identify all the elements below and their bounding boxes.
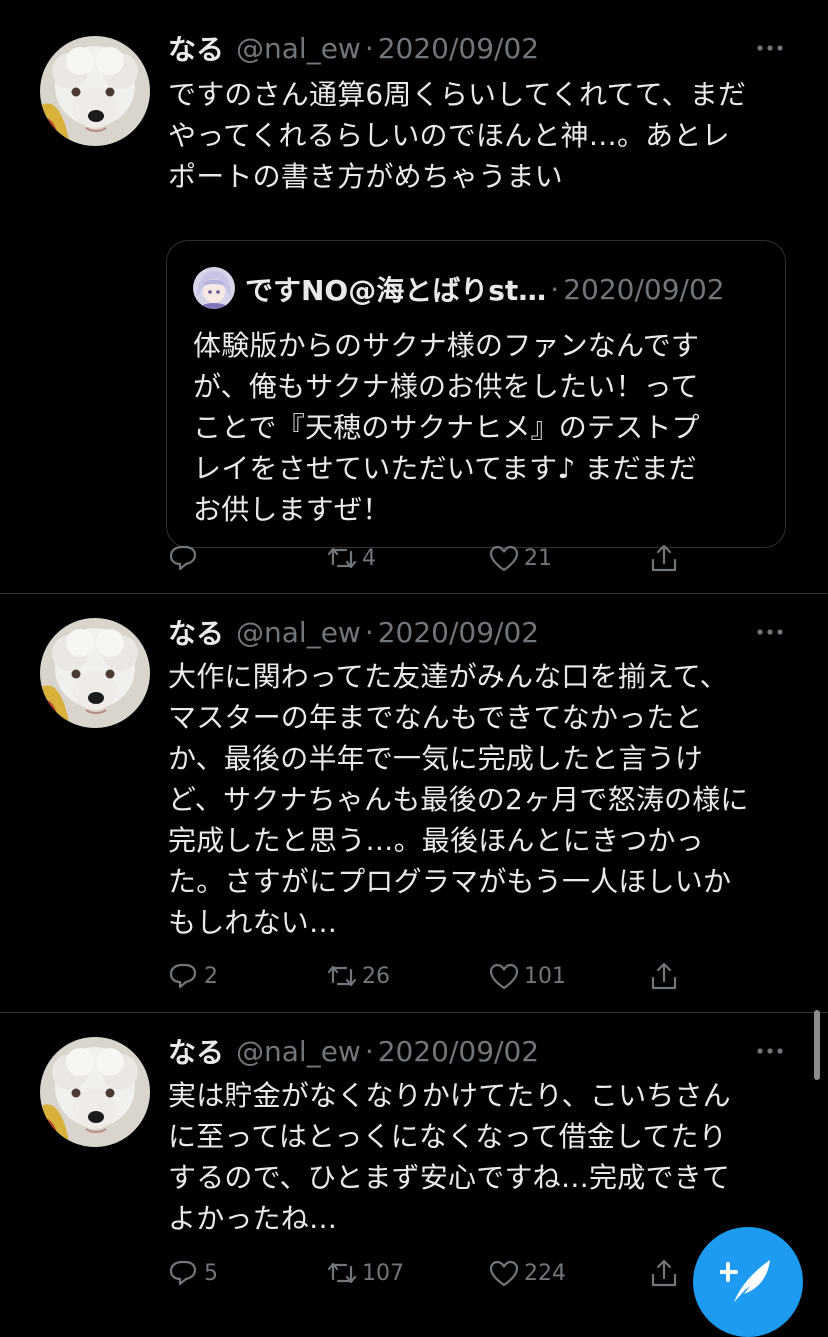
- retweet-icon: [326, 961, 358, 991]
- retweet-button[interactable]: 26: [326, 956, 390, 996]
- avatar[interactable]: [40, 618, 150, 728]
- divider: [0, 593, 828, 594]
- avatar[interactable]: [40, 1037, 150, 1147]
- tweet-header: なる @nal_ew · 2020/09/02: [168, 1031, 539, 1071]
- like-icon: [488, 1258, 520, 1288]
- tweet-text: ですのさん通算6周くらいしてくれてて、まだ やってくれるらしいのでほんと神…。あ…: [168, 78, 747, 193]
- retweet-button[interactable]: 107: [326, 1253, 404, 1293]
- timestamp[interactable]: 2020/09/02: [378, 32, 539, 65]
- scrollbar[interactable]: [814, 1010, 820, 1080]
- tweet-header: なる @nal_ew · 2020/09/02: [168, 612, 539, 652]
- tweet-header: なる @nal_ew · 2020/09/02: [168, 28, 539, 68]
- tweet-text: 実は貯金がなくなりかけてたり、こいちさん に至ってはとっくになくなって借金してた…: [168, 1079, 731, 1235]
- reply-icon: [168, 1258, 200, 1288]
- avatar[interactable]: [40, 36, 150, 146]
- like-count: 224: [524, 1260, 566, 1286]
- tweet-actions: 4 21: [168, 538, 708, 578]
- tweet[interactable]: なる @nal_ew · 2020/09/02 ですのさん通算6周くらいしてくれ…: [0, 28, 828, 593]
- compose-tweet-button[interactable]: [693, 1227, 803, 1337]
- like-button[interactable]: 224: [488, 1253, 566, 1293]
- like-icon: [488, 543, 520, 573]
- tweet-actions: 2 26 101: [168, 956, 708, 996]
- quoted-avatar: [193, 267, 235, 309]
- timestamp[interactable]: 2020/09/02: [378, 616, 539, 649]
- more-icon[interactable]: [756, 1039, 784, 1063]
- reply-icon: [168, 961, 200, 991]
- quoted-tweet-text: 体験版からのサクナ様のファンなんです が、俺もサクナ様のお供をしたい！って こと…: [193, 329, 700, 526]
- reply-icon: [168, 543, 200, 573]
- separator: ·: [550, 272, 560, 306]
- retweet-count: 4: [362, 545, 376, 571]
- reply-button[interactable]: [168, 538, 204, 578]
- share-icon: [648, 961, 680, 991]
- like-count: 101: [524, 963, 566, 989]
- separator: ·: [364, 31, 374, 65]
- reply-button[interactable]: 2: [168, 956, 218, 996]
- retweet-icon: [326, 543, 358, 573]
- reply-count: 2: [204, 963, 218, 989]
- user-handle[interactable]: @nal_ew: [236, 32, 361, 65]
- display-name[interactable]: なる: [168, 28, 224, 68]
- display-name[interactable]: なる: [168, 612, 224, 652]
- timestamp[interactable]: 2020/09/02: [378, 1035, 539, 1068]
- retweet-button[interactable]: 4: [326, 538, 376, 578]
- tweet-text: 大作に関わってた友達がみんな口を揃えて、 マスターの年までなんもできてなかったと…: [168, 660, 749, 939]
- retweet-count: 107: [362, 1260, 404, 1286]
- separator: ·: [364, 615, 374, 649]
- like-count: 21: [524, 545, 552, 571]
- like-icon: [488, 961, 520, 991]
- divider: [0, 1012, 828, 1013]
- share-icon: [648, 543, 680, 573]
- more-icon[interactable]: [756, 620, 784, 644]
- share-button[interactable]: [648, 1253, 680, 1293]
- quoted-display-name: ですNO@海とばりst…: [245, 274, 547, 307]
- more-icon[interactable]: [756, 36, 784, 60]
- reply-button[interactable]: 5: [168, 1253, 218, 1293]
- quoted-tweet-header: ですNO@海とばりst… · 2020/09/02: [245, 269, 725, 309]
- share-icon: [648, 1258, 680, 1288]
- share-button[interactable]: [648, 956, 680, 996]
- user-handle[interactable]: @nal_ew: [236, 1035, 361, 1068]
- separator: ·: [364, 1034, 374, 1068]
- retweet-count: 26: [362, 963, 390, 989]
- like-button[interactable]: 101: [488, 956, 566, 996]
- retweet-icon: [326, 1258, 358, 1288]
- display-name[interactable]: なる: [168, 1031, 224, 1071]
- user-handle[interactable]: @nal_ew: [236, 616, 361, 649]
- quoted-tweet[interactable]: ですNO@海とばりst… · 2020/09/02 体験版からのサクナ様のファン…: [166, 240, 786, 548]
- compose-tweet-icon: [718, 1252, 776, 1312]
- tweet-actions: 5 107 224: [168, 1253, 708, 1293]
- quoted-timestamp: 2020/09/02: [563, 272, 725, 306]
- reply-count: 5: [204, 1260, 218, 1286]
- share-button[interactable]: [648, 538, 680, 578]
- like-button[interactable]: 21: [488, 538, 552, 578]
- tweet[interactable]: なる @nal_ew · 2020/09/02 大作に関わってた友達がみんな口を…: [0, 612, 828, 1010]
